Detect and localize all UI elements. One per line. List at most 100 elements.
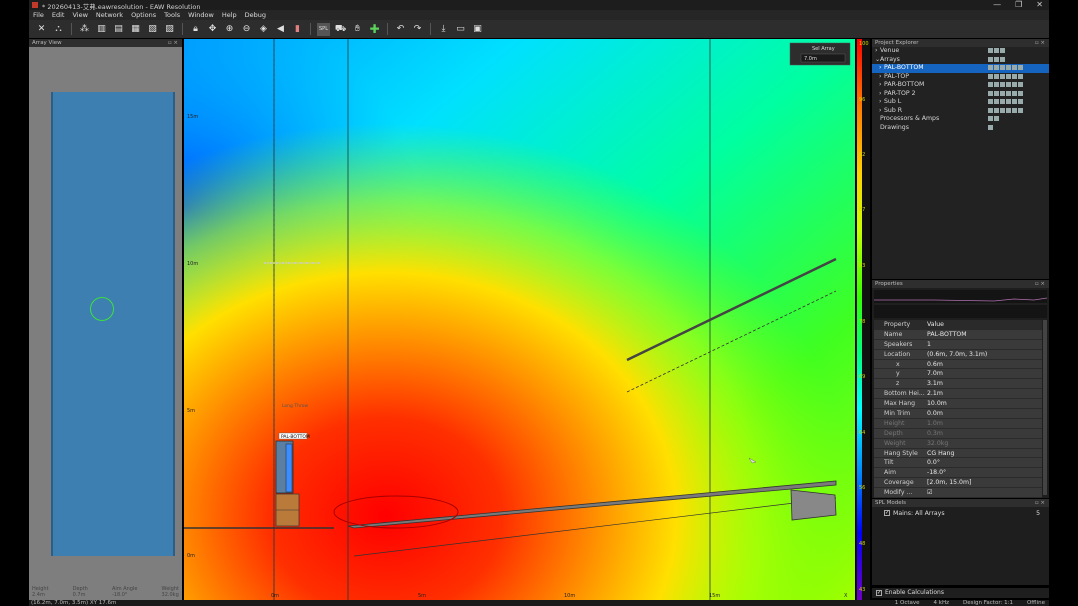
panel-pin-icon[interactable]: ▫ × [1035,39,1045,47]
property-row[interactable]: Name PAL-BOTTOM [874,329,1042,340]
property-row[interactable]: z 3.1m [874,379,1042,390]
array-icon[interactable]: ⁂ [78,23,91,36]
property-value[interactable]: 1 [927,340,1042,349]
panel-pin-icon[interactable]: ▫ × [1035,499,1045,507]
property-value[interactable]: 7.0m [927,369,1042,378]
zoom-out-icon[interactable]: ⊖ [240,23,253,36]
tree-action-icon[interactable] [994,82,999,87]
close-button[interactable]: ✕ [1036,0,1043,10]
tree-action-icon[interactable] [1018,73,1023,79]
tree-action-icon[interactable] [1000,99,1005,104]
tree-action-icon[interactable] [988,90,993,96]
tree-action-icon[interactable] [1000,90,1005,96]
spl-icon[interactable]: SPL [317,22,330,36]
property-value[interactable]: 1.0m [927,419,1042,428]
tree-action-icon[interactable] [1012,82,1017,87]
tree-action-icon[interactable] [994,116,999,121]
tree-action-icon[interactable] [1012,65,1017,70]
menu-help[interactable]: Help [222,11,237,19]
tree-action-icon[interactable] [1018,90,1023,96]
property-row[interactable]: Depth 0.3m [874,428,1042,439]
tree-action-icon[interactable] [1006,99,1011,104]
tree-action-icon[interactable] [1000,73,1005,79]
undo-icon[interactable]: ↶ [394,23,407,36]
property-value[interactable]: CG Hang [927,449,1042,458]
speaker-element-selected[interactable] [285,443,293,493]
property-row[interactable]: Weight 32.0kg [874,438,1042,449]
tree-item-venue[interactable]: › Venue [872,47,1049,56]
property-value[interactable]: 3.1m [927,379,1042,388]
property-row[interactable]: y 7.0m [874,369,1042,380]
tree-action-icon[interactable] [994,56,999,62]
camera-icon[interactable]: ⛟ [334,23,347,36]
menu-window[interactable]: Window [188,11,214,19]
property-row[interactable]: Min Trim 0.0m [874,409,1042,419]
tree-action-icon[interactable] [1006,90,1011,96]
tree-action-icon[interactable] [1012,73,1017,79]
speaker-icon[interactable]: ◀ [274,23,287,36]
zoom-in-icon[interactable]: ⊕ [223,23,236,36]
redo-icon[interactable]: ↷ [411,23,424,36]
tree-action-icon[interactable] [994,73,999,79]
tree-action-icon[interactable] [988,107,993,113]
property-row[interactable]: Location (0.6m, 7.0m, 3.1m) [874,349,1042,360]
tree-action-icon[interactable] [1000,107,1005,113]
tree-action-icon[interactable] [988,82,993,87]
property-value[interactable]: 0.0m [927,409,1042,418]
tree-item-sub-l[interactable]: › Sub L [872,98,1049,107]
property-row[interactable]: Tilt 0.0° [874,458,1042,469]
import-icon[interactable]: ⤓ [437,23,450,36]
tree-action-icon[interactable] [1000,65,1005,70]
tree-action-icon[interactable] [994,90,999,96]
tree-action-icon[interactable] [1018,99,1023,104]
property-row[interactable]: Speakers 1 [874,339,1042,350]
property-value[interactable]: 0.0° [927,458,1042,467]
tree-action-icon[interactable] [994,107,999,113]
array-view-canvas[interactable] [51,92,175,556]
property-value[interactable]: 32.0kg [927,439,1042,448]
property-value[interactable]: ☑ [927,488,1042,497]
spl-coverage-plot[interactable]: PAL-BOTTOM Long Throw 15m 10m 5m 0m 0m 5… [184,39,855,600]
open-icon[interactable]: ▭ [454,23,467,36]
tree-action-icon[interactable] [1012,90,1017,96]
tree-action-icon[interactable] [988,99,993,104]
tree-action-icon[interactable] [994,48,999,53]
tree-action-icon[interactable] [1006,73,1011,79]
panel-pin-icon[interactable]: ▫ × [168,39,178,47]
speaker-cluster-icon[interactable]: ⛬ [52,23,65,36]
tree-action-icon[interactable] [1006,107,1011,113]
property-row[interactable]: Aim -18.0° [874,468,1042,479]
menu-edit[interactable]: Edit [52,11,65,19]
tree-item-drawings[interactable]: Drawings [872,124,1049,133]
spl-model-checkbox[interactable]: ✓ [884,510,890,516]
property-value[interactable]: (0.6m, 7.0m, 3.1m) [927,350,1042,359]
properties-scrollbar[interactable] [1043,320,1047,495]
tree-action-icon[interactable] [1018,65,1023,70]
panel-pin-icon[interactable]: ▫ × [1035,280,1045,288]
property-value[interactable]: 2.1m [927,389,1042,398]
tree-item-pal-top[interactable]: › PAL-TOP [872,73,1049,82]
menu-file[interactable]: File [33,11,44,19]
bar-chart-3-icon[interactable]: ▦ [129,23,142,36]
tree-action-icon[interactable] [1000,48,1005,53]
tree-action-icon[interactable] [994,65,999,70]
tree-action-icon[interactable] [1000,56,1005,62]
tree-action-icon[interactable] [1000,82,1005,87]
tree-action-icon[interactable] [988,124,993,130]
menu-options[interactable]: Options [131,11,156,19]
menu-view[interactable]: View [72,11,87,19]
cross-tools-icon[interactable]: ✕ [35,23,48,36]
property-row[interactable]: Coverage [2.0m, 15.0m] [874,478,1042,489]
tree-action-icon[interactable] [988,73,993,79]
pin-icon[interactable]: ◈ [257,23,270,36]
bar-chart-icon[interactable]: ▥ [95,23,108,36]
tree-action-icon[interactable] [1012,99,1017,104]
tree-action-icon[interactable] [988,48,993,53]
tree-item-arrays[interactable]: ⌄Arrays [872,56,1049,65]
property-row[interactable]: Modify ... ☑ [874,488,1042,499]
maximize-button[interactable]: ❐ [1015,0,1022,10]
menu-network[interactable]: Network [96,11,123,19]
property-value[interactable]: PAL-BOTTOM [927,330,1042,339]
tree-action-icon[interactable] [994,99,999,104]
save-icon[interactable]: ▣ [471,23,484,36]
